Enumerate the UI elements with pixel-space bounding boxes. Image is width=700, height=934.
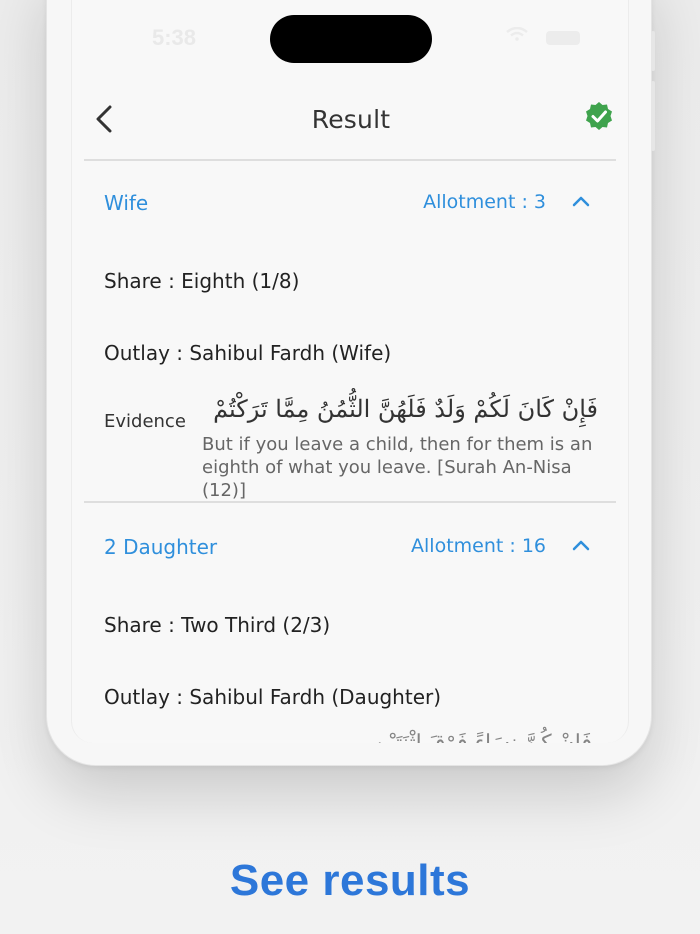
wifi-icon — [506, 27, 528, 41]
heir-name: 2 Daughter — [104, 535, 218, 559]
section-header-daughter[interactable]: 2 Daughter Allotment : 16 — [104, 535, 596, 565]
outlay-text: Outlay : Sahibul Fardh (Wife) — [104, 341, 392, 365]
phone-frame: 5:38 Result Wife Allotment : 3 Share: E… — [46, 0, 655, 766]
battery-icon — [546, 31, 580, 45]
evidence-translation: But if you leave a child, then for them … — [202, 434, 593, 501]
allotment-label: Allotment : 16 — [411, 535, 546, 557]
phone-side-button — [651, 31, 655, 71]
phone-side-button — [651, 81, 655, 151]
outlay-text: Outlay : Sahibul Fardh (Daughter) — [104, 685, 442, 709]
allotment-label: Allotment : 3 — [423, 191, 546, 213]
header-divider — [84, 159, 616, 161]
evidence-arabic-verse-partial: فَإِنْ كُنَّ نِسَاءً فَوْقَ اثْنَتَيْنِ — [373, 731, 592, 743]
chevron-up-icon[interactable] — [572, 539, 590, 551]
heir-name: Wife — [104, 191, 149, 215]
section-divider — [84, 501, 616, 503]
app-screen: 5:38 Result Wife Allotment : 3 Share: E… — [71, 0, 629, 743]
evidence-label: Evidence — [104, 411, 186, 432]
evidence-arabic-verse: فَإِنْ كَانَ لَكُمْ وَلَدٌ فَلَهُنَّ الث… — [213, 395, 598, 423]
section-header-wife[interactable]: Wife Allotment : 3 — [104, 191, 596, 221]
dynamic-island — [270, 15, 432, 63]
app-header: Result — [72, 91, 628, 161]
page-title: Result — [311, 105, 391, 134]
marketing-caption: See results — [229, 856, 471, 905]
status-time: 5:38 — [152, 25, 197, 50]
chevron-up-icon[interactable] — [572, 195, 590, 207]
verified-badge-icon[interactable] — [584, 101, 614, 131]
share-text: Share : Two Third (2/3) — [104, 613, 331, 637]
share-text: Share : Eighth (1/8) — [104, 269, 300, 293]
